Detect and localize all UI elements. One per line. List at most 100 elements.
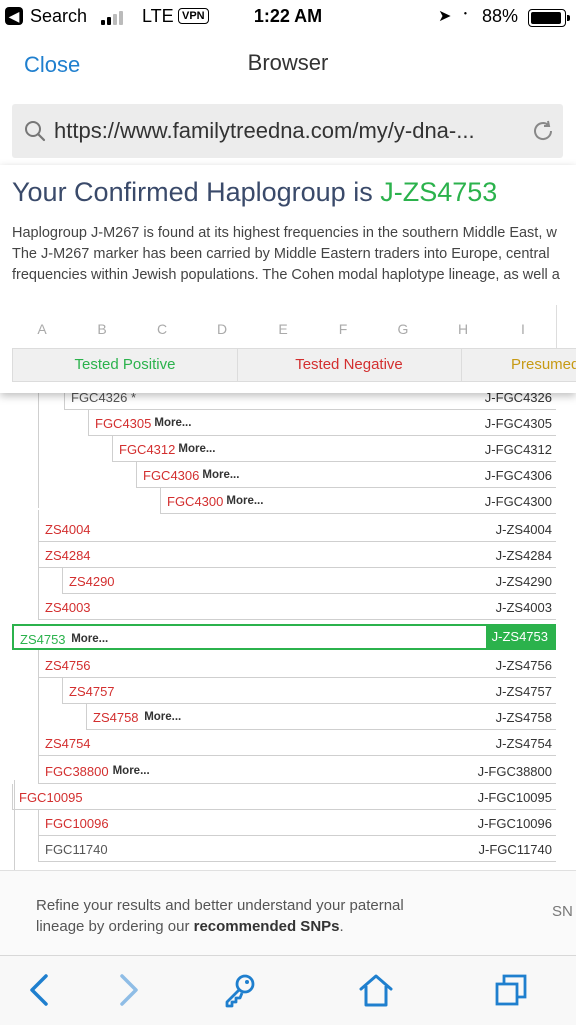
snp-name[interactable]: FGC4312 (119, 442, 175, 457)
popup-heading: Your Confirmed Haplogroup is J-ZS4753 (12, 177, 497, 208)
status-bar: ◀ Search LTE VPN 1:22 AM ➤ ᛫ 88% (0, 0, 576, 34)
recommended-snps-link[interactable]: recommended SNPs (194, 918, 340, 935)
tree-row[interactable]: ZS4756 J-ZS4756 (38, 652, 556, 678)
haplogroup-label: J-FGC38800 (477, 764, 552, 779)
battery-percent: 88% (482, 6, 519, 26)
snp-name[interactable]: ZS4758 (93, 710, 139, 725)
haplogroup-label: J-FGC4312 (484, 442, 552, 457)
more-link[interactable]: More... (178, 443, 215, 455)
battery-icon (528, 9, 570, 27)
key-icon[interactable] (222, 972, 258, 1008)
tree-row[interactable]: ZS4003 J-ZS4003 (38, 594, 556, 620)
more-link[interactable]: More... (113, 765, 150, 777)
column-letter: C (156, 321, 168, 337)
tree-row[interactable]: ZS4284 J-ZS4284 (38, 542, 556, 568)
haplogroup-label: J-ZS4284 (495, 548, 552, 563)
tree-row[interactable]: FGC4312 More... J-FGC4312 (112, 436, 556, 462)
reload-icon[interactable] (531, 119, 555, 143)
nav-title: Browser (247, 50, 329, 75)
legend-tested-negative[interactable]: Tested Negative (237, 349, 462, 381)
column-letter: E (278, 321, 288, 337)
haplogroup-label: J-FGC11740 (478, 842, 552, 857)
snp-name[interactable]: FGC38800 (45, 764, 109, 779)
haplogroup-popup: Your Confirmed Haplogroup is J-ZS4753 Ha… (0, 165, 576, 393)
tree-row[interactable]: FGC4306 More... J-FGC4306 (136, 462, 556, 488)
snp-name[interactable]: FGC4305 (95, 416, 151, 431)
haplogroup-label: J-ZS4758 (495, 710, 552, 725)
snp-name[interactable]: ZS4753 (20, 632, 66, 647)
haplogroup-label: J-ZS4290 (495, 574, 552, 589)
snp-name[interactable]: ZS4284 (45, 548, 91, 563)
tree-row[interactable]: ZS4754 J-ZS4754 (38, 730, 556, 756)
tree-row[interactable]: FGC10096 J-FGC10096 (38, 810, 556, 836)
haplogroup-tree: FGC4326 * J-FGC4326 FGC4305 More... J-FGC430… (0, 380, 576, 870)
home-icon[interactable] (358, 972, 394, 1008)
haplogroup-label: J-ZS4004 (495, 522, 552, 537)
recommend-panel: Refine your results and better understan… (0, 870, 576, 955)
snp-name[interactable]: ZS4754 (45, 736, 91, 751)
url-bar[interactable]: https://www.familytreedna.com/my/y-dna-.… (12, 104, 563, 158)
haplogroup-label: J-FGC10095 (477, 790, 552, 805)
column-letter: H (457, 321, 469, 337)
more-link[interactable]: More... (71, 633, 108, 645)
column-letter: F (338, 321, 348, 337)
more-link[interactable]: More... (154, 417, 191, 429)
snp-name[interactable]: ZS4290 (69, 574, 115, 589)
snp-name[interactable]: ZS4757 (69, 684, 115, 699)
snp-name[interactable]: ZS4756 (45, 658, 91, 673)
tree-row[interactable]: ZS4290 J-ZS4290 (62, 568, 556, 594)
tree-row[interactable]: ZS4753 More... J-ZS4753 (12, 624, 556, 650)
tree-connector (38, 380, 39, 508)
tree-row[interactable]: ZS4757 J-ZS4757 (62, 678, 556, 704)
tree-row[interactable]: FGC4300 More... J-FGC4300 (160, 488, 556, 514)
column-letter: G (397, 321, 409, 337)
snp-name[interactable]: FGC11740 (45, 842, 108, 857)
haplogroup-label: J-FGC4305 (484, 416, 552, 431)
close-button[interactable]: Close (24, 52, 80, 78)
more-link[interactable]: More... (226, 495, 263, 507)
snp-name[interactable]: FGC10095 (19, 790, 83, 805)
haplogroup-label: J-FGC10096 (477, 816, 552, 831)
snp-name[interactable]: FGC4300 (167, 494, 223, 509)
column-letter: I (521, 321, 525, 337)
description-line: The J-M267 marker has been carried by Mi… (12, 246, 550, 262)
tree-row[interactable]: FGC10095 J-FGC10095 (12, 784, 556, 810)
bluetooth-icon: ᛫ (460, 5, 471, 25)
search-icon (25, 121, 46, 142)
browser-toolbar (0, 955, 576, 1025)
snp-name[interactable]: FGC4306 (143, 468, 199, 483)
description-line: Haplogroup J-M267 is found at its highes… (12, 225, 557, 241)
tabs-icon[interactable] (494, 972, 530, 1008)
url-text[interactable]: https://www.familytreedna.com/my/y-dna-.… (54, 118, 524, 144)
column-letters: A B C D E F G H I (0, 321, 576, 341)
tree-row[interactable]: FGC11740 J-FGC11740 (38, 836, 556, 862)
tree-row[interactable]: ZS4004 J-ZS4004 (38, 516, 556, 542)
description-line: frequencies within Jewish populations. T… (12, 267, 560, 283)
haplogroup-label: J-ZS4754 (495, 736, 552, 751)
recommend-text: Refine your results and better understan… (36, 895, 416, 937)
haplogroup-label: J-ZS4757 (495, 684, 552, 699)
more-link[interactable]: More... (202, 469, 239, 481)
haplogroup-label: J-ZS4003 (495, 600, 552, 615)
haplogroup-label: J-ZS4756 (495, 658, 552, 673)
more-link[interactable]: More... (144, 711, 181, 723)
nav-bar: Browser Close (0, 34, 576, 96)
side-label: SN (552, 903, 573, 920)
column-letter: B (97, 321, 107, 337)
heading-prefix: Your Confirmed Haplogroup is (12, 177, 381, 207)
legend-tested-positive[interactable]: Tested Positive (13, 349, 238, 381)
confirmed-haplogroup: J-ZS4753 (380, 177, 498, 207)
tree-row[interactable]: FGC4305 More... J-FGC4305 (88, 410, 556, 436)
back-icon[interactable] (22, 972, 58, 1008)
snp-name[interactable]: FGC10096 (45, 816, 109, 831)
forward-icon[interactable] (110, 972, 146, 1008)
column-letter: D (216, 321, 228, 337)
column-letter: A (37, 321, 47, 337)
legend-bar: Tested Positive Tested Negative Presumed (12, 348, 576, 382)
tree-row[interactable]: FGC38800 More... J-FGC38800 (38, 758, 556, 784)
snp-name[interactable]: ZS4004 (45, 522, 91, 537)
tree-row[interactable]: ZS4758 More... J-ZS4758 (86, 704, 556, 730)
location-icon: ➤ (438, 8, 452, 25)
snp-name[interactable]: ZS4003 (45, 600, 91, 615)
legend-presumed[interactable]: Presumed (461, 349, 576, 381)
